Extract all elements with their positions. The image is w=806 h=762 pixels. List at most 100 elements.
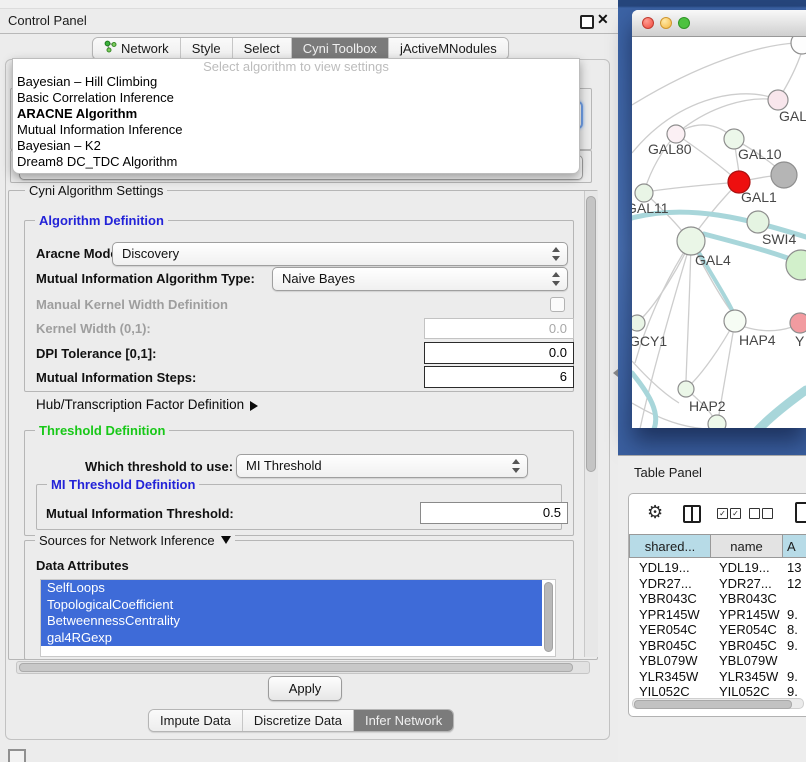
- data-attribute-item[interactable]: SelfLoops: [41, 580, 542, 597]
- checked-checkbox-icon[interactable]: ✓: [730, 508, 741, 519]
- column-header-a[interactable]: A: [783, 534, 806, 558]
- network-node-unlabeled[interactable]: [771, 162, 797, 188]
- minimize-light-icon[interactable]: [660, 17, 672, 29]
- split-columns-icon[interactable]: [683, 505, 701, 523]
- node-label: GAL4: [695, 252, 731, 268]
- tab-discretize-data[interactable]: Discretize Data: [242, 710, 353, 731]
- tab-impute-data[interactable]: Impute Data: [149, 710, 242, 731]
- sources-toggle[interactable]: Sources for Network Inference: [35, 533, 235, 549]
- close-icon[interactable]: ✕: [597, 11, 609, 28]
- table-row[interactable]: YPR145WYPR145W9.: [629, 607, 806, 623]
- settings-scrollbar[interactable]: [584, 191, 598, 657]
- table-cell: YLR345W: [629, 669, 711, 685]
- algorithm-option[interactable]: Basic Correlation Inference: [13, 90, 579, 106]
- data-attribute-item[interactable]: gal4RGexp: [41, 630, 542, 647]
- table-row[interactable]: YDR27...YDR27...12: [629, 576, 806, 592]
- network-edge[interactable]: [745, 327, 792, 331]
- column-header-name[interactable]: name: [711, 534, 783, 558]
- algorithm-option[interactable]: ARACNE Algorithm: [13, 106, 579, 122]
- mi-threshold-label: Mutual Information Threshold:: [46, 506, 234, 521]
- checked-checkbox-icon[interactable]: ✓: [717, 508, 728, 519]
- hub-definition-toggle[interactable]: Hub/Transcription Factor Definition: [36, 397, 263, 412]
- network-canvas[interactable]: GALGAL80GAL10GAL1GAL11SWI4GAL4GCY1HAP4YH…: [632, 37, 806, 428]
- network-node-gal[interactable]: [768, 90, 788, 110]
- unchecked-checkbox-icon[interactable]: [749, 508, 760, 519]
- unchecked-checkbox-icon[interactable]: [762, 508, 773, 519]
- algorithm-option[interactable]: Bayesian – Hill Climbing: [13, 74, 579, 90]
- mi-threshold-input[interactable]: 0.5: [420, 502, 568, 524]
- control-panel-titlebar: Control Panel ✕: [0, 9, 618, 34]
- settings-hscrollbar[interactable]: [16, 661, 590, 674]
- tab-label: Impute Data: [160, 710, 231, 731]
- kernel-width-label: Kernel Width (0,1):: [36, 321, 151, 336]
- node-label: GCY1: [632, 333, 667, 349]
- which-threshold-select[interactable]: MI Threshold: [236, 454, 528, 478]
- grip-icon[interactable]: [8, 749, 26, 762]
- splitter-collapse-arrow[interactable]: [609, 369, 618, 377]
- network-node-y[interactable]: [790, 313, 806, 333]
- network-edge[interactable]: [676, 99, 778, 134]
- table-cell: YIL052C: [711, 684, 783, 697]
- table-doc-icon[interactable]: [795, 502, 806, 523]
- network-edge-highlighted[interactable]: [757, 390, 806, 428]
- tab-infer-network[interactable]: Infer Network: [353, 710, 453, 731]
- node-label: GAL80: [648, 141, 692, 157]
- close-light-icon[interactable]: [642, 17, 654, 29]
- scrollbar-thumb[interactable]: [544, 582, 553, 652]
- mi-steps-label: Mutual Information Steps:: [36, 370, 196, 385]
- apply-button[interactable]: Apply: [268, 676, 342, 701]
- table-hscrollbar[interactable]: [632, 698, 804, 709]
- table-cell: YDR27...: [711, 576, 783, 592]
- zoom-light-icon[interactable]: [678, 17, 690, 29]
- tab-select[interactable]: Select: [232, 38, 291, 59]
- network-node-gcy1[interactable]: [632, 315, 645, 331]
- manual-kernel-checkbox[interactable]: [550, 297, 565, 312]
- network-node-unlabeled[interactable]: [786, 250, 806, 280]
- network-window-titlebar[interactable]: [632, 10, 806, 37]
- algorithm-option[interactable]: Mutual Information Inference: [13, 122, 579, 138]
- column-header-shared-[interactable]: shared...: [629, 534, 711, 558]
- tab-style[interactable]: Style: [180, 38, 232, 59]
- network-edge[interactable]: [652, 183, 728, 191]
- aracne-mode-select[interactable]: Discovery: [112, 242, 568, 266]
- mi-type-select[interactable]: Naive Bayes: [272, 267, 568, 291]
- scrollbar-thumb[interactable]: [19, 663, 573, 672]
- tab-label: Style: [192, 38, 221, 59]
- network-node-hap4[interactable]: [724, 310, 746, 332]
- table-row[interactable]: YIL052CYIL052C9.: [629, 684, 806, 697]
- network-node-swi4[interactable]: [747, 211, 769, 233]
- mi-steps-input[interactable]: 6: [424, 366, 574, 388]
- tab-network[interactable]: Network: [93, 38, 180, 59]
- tab-label: jActiveMNodules: [400, 38, 497, 59]
- network-node-hap2[interactable]: [678, 381, 694, 397]
- network-node-unlabeled[interactable]: [708, 415, 726, 428]
- table-row[interactable]: YBR043CYBR043C: [629, 591, 806, 607]
- gear-icon[interactable]: ⚙: [647, 502, 663, 523]
- data-attribute-item[interactable]: TopologicalCoefficient: [41, 597, 542, 614]
- table-row[interactable]: YDL19...YDL19...13: [629, 560, 806, 576]
- tab-cyni-toolbox[interactable]: Cyni Toolbox: [291, 38, 388, 59]
- table-row[interactable]: YBR045CYBR045C9.: [629, 638, 806, 654]
- table-row[interactable]: YBL079WYBL079W: [629, 653, 806, 669]
- table-row[interactable]: YER054CYER054C8.: [629, 622, 806, 638]
- float-window-icon[interactable]: [580, 15, 594, 29]
- table-row[interactable]: YLR345WYLR345W9.: [629, 669, 806, 685]
- network-node-gal4[interactable]: [677, 227, 705, 255]
- network-node-unlabeled[interactable]: [791, 37, 806, 54]
- kernel-width-input[interactable]: 0.0: [424, 318, 574, 339]
- algorithm-option[interactable]: Bayesian – K2: [13, 138, 579, 154]
- list-scrollbar[interactable]: [544, 582, 553, 652]
- stepper-icon: [512, 458, 521, 474]
- network-edge[interactable]: [686, 241, 691, 381]
- table-cell: YDL19...: [711, 560, 783, 576]
- scrollbar-thumb[interactable]: [634, 700, 792, 709]
- algorithm-option[interactable]: Dream8 DC_TDC Algorithm: [13, 154, 579, 170]
- node-label: Y: [795, 333, 805, 349]
- table-cell: YPR145W: [711, 607, 783, 623]
- scrollbar-thumb[interactable]: [586, 196, 596, 472]
- dpi-tolerance-input[interactable]: 0.0: [424, 342, 574, 364]
- tab-jactivemnodules[interactable]: jActiveMNodules: [388, 38, 508, 59]
- table-cell: YLR345W: [711, 669, 783, 685]
- data-attribute-item[interactable]: BetweennessCentrality: [41, 613, 542, 630]
- hub-definition-label: Hub/Transcription Factor Definition: [36, 397, 244, 412]
